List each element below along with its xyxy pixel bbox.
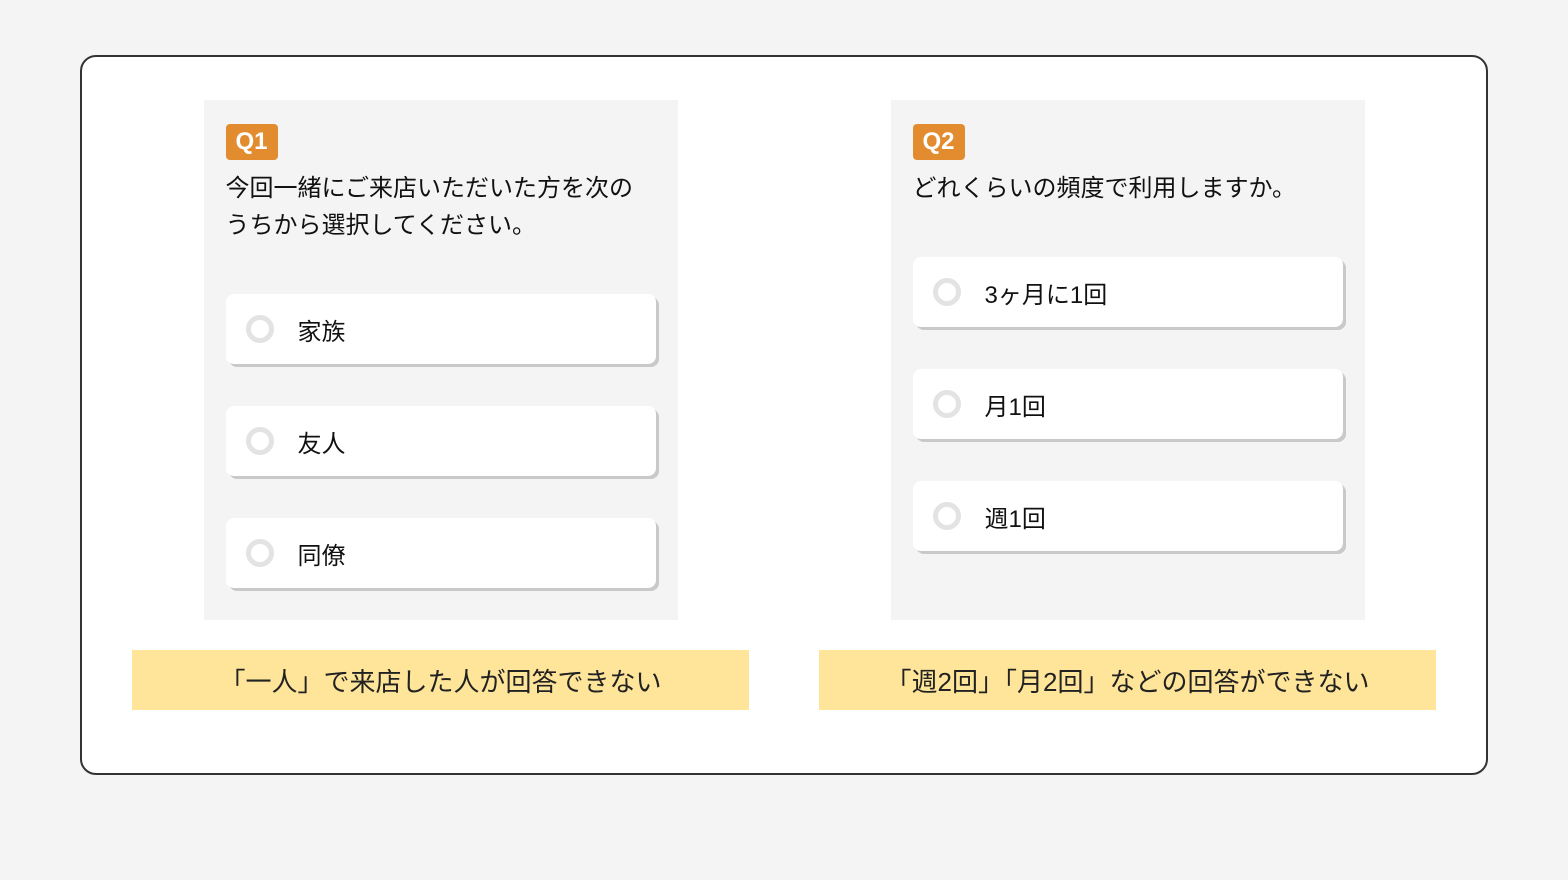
radio-icon[interactable] <box>933 502 961 530</box>
radio-icon[interactable] <box>933 390 961 418</box>
question-card-1: Q1 今回一緒にご来店いただいた方を次のうちから選択してください。 家族 友人 … <box>204 100 678 620</box>
annotation-bar: 「一人」で来店した人が回答できない <box>132 650 749 710</box>
option-label: 家族 <box>298 312 346 347</box>
option-label: 3ヶ月に1回 <box>985 275 1108 310</box>
option-item[interactable]: 同僚 <box>226 518 656 588</box>
option-label: 週1回 <box>985 499 1046 534</box>
radio-icon[interactable] <box>246 539 274 567</box>
question-column-2: Q2 どれくらいの頻度で利用しますか。 3ヶ月に1回 月1回 週1回 「週2回」… <box>819 100 1436 773</box>
example-frame: Q1 今回一緒にご来店いただいた方を次のうちから選択してください。 家族 友人 … <box>80 55 1488 775</box>
question-text: どれくらいの頻度で利用しますか。 <box>913 170 1343 207</box>
options-list: 家族 友人 同僚 <box>226 294 656 588</box>
radio-icon[interactable] <box>933 278 961 306</box>
question-badge: Q1 <box>226 124 278 160</box>
question-text: 今回一緒にご来店いただいた方を次のうちから選択してください。 <box>226 170 656 244</box>
options-list: 3ヶ月に1回 月1回 週1回 <box>913 257 1343 551</box>
radio-icon[interactable] <box>246 427 274 455</box>
option-label: 同僚 <box>298 536 346 571</box>
question-column-1: Q1 今回一緒にご来店いただいた方を次のうちから選択してください。 家族 友人 … <box>132 100 749 773</box>
annotation-text: 「一人」で来店した人が回答できない <box>219 662 661 699</box>
option-item[interactable]: 家族 <box>226 294 656 364</box>
annotation-text: 「週2回」「月2回」などの回答ができない <box>886 662 1370 699</box>
radio-icon[interactable] <box>246 315 274 343</box>
option-item[interactable]: 3ヶ月に1回 <box>913 257 1343 327</box>
annotation-bar: 「週2回」「月2回」などの回答ができない <box>819 650 1436 710</box>
question-badge: Q2 <box>913 124 965 160</box>
option-label: 友人 <box>298 424 346 459</box>
option-item[interactable]: 友人 <box>226 406 656 476</box>
question-card-2: Q2 どれくらいの頻度で利用しますか。 3ヶ月に1回 月1回 週1回 <box>891 100 1365 620</box>
option-label: 月1回 <box>985 387 1046 422</box>
option-item[interactable]: 週1回 <box>913 481 1343 551</box>
option-item[interactable]: 月1回 <box>913 369 1343 439</box>
